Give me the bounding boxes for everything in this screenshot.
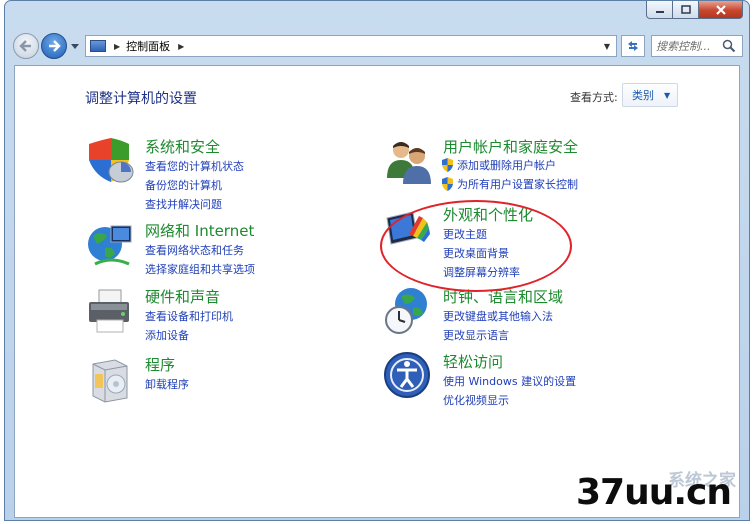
link-label: 为所有用户设置家长控制	[457, 178, 578, 191]
view-by-label: 查看方式:	[570, 91, 618, 104]
category-title[interactable]: 系统和安全	[145, 136, 220, 157]
view-by-value: 类别	[632, 89, 654, 102]
address-history-dropdown-icon[interactable]: ▼	[604, 42, 610, 51]
clock-globe-icon[interactable]	[383, 286, 433, 336]
back-button[interactable]	[13, 33, 39, 59]
recent-pages-dropdown-icon[interactable]	[71, 42, 79, 50]
search-box[interactable]	[651, 35, 743, 57]
programs-box-icon[interactable]	[85, 354, 135, 404]
watermark-text: 37uu.cn	[576, 472, 732, 513]
link-devices-printers[interactable]: 查看设备和打印机	[145, 308, 233, 324]
breadcrumb-separator-icon[interactable]: ▶	[178, 42, 184, 51]
link-add-device[interactable]: 添加设备	[145, 327, 189, 343]
refresh-button[interactable]	[621, 35, 645, 57]
chevron-down-icon: ▼	[664, 90, 671, 100]
category-title[interactable]: 轻松访问	[443, 351, 503, 372]
shield-icon[interactable]	[85, 136, 135, 186]
forward-arrow-icon	[49, 40, 61, 52]
uac-shield-icon	[442, 158, 453, 172]
printer-icon[interactable]	[85, 286, 135, 336]
link-uninstall-program[interactable]: 卸载程序	[145, 376, 189, 392]
link-parental-controls[interactable]: 为所有用户设置家长控制	[441, 176, 578, 192]
ease-of-access-icon[interactable]	[383, 351, 433, 401]
link-windows-recommended-settings[interactable]: 使用 Windows 建议的设置	[443, 373, 576, 389]
breadcrumb-separator-icon[interactable]: ▶	[114, 42, 120, 51]
link-network-status[interactable]: 查看网络状态和任务	[145, 242, 244, 258]
breadcrumb-control-panel[interactable]: 控制面板	[126, 38, 170, 54]
red-highlight-ellipse	[380, 200, 572, 292]
category-title[interactable]: 用户帐户和家庭安全	[443, 136, 578, 157]
refresh-icon	[628, 41, 638, 51]
close-button[interactable]	[699, 1, 743, 19]
address-bar[interactable]: ▶ 控制面板 ▶ ▼	[85, 35, 617, 57]
minimize-icon	[655, 10, 664, 13]
category-title[interactable]: 程序	[145, 354, 175, 375]
link-change-display-language[interactable]: 更改显示语言	[443, 327, 509, 343]
users-icon[interactable]	[383, 136, 433, 186]
close-icon	[715, 4, 726, 15]
control-panel-window: ▶ 控制面板 ▶ ▼ 调整计算机的设置 查看方式: 类别 ▼	[4, 0, 750, 521]
link-add-remove-accounts[interactable]: 添加或删除用户帐户	[441, 157, 556, 173]
category-title[interactable]: 硬件和声音	[145, 286, 220, 307]
back-arrow-icon	[19, 40, 31, 52]
link-backup-computer[interactable]: 备份您的计算机	[145, 177, 222, 193]
content-pane: 调整计算机的设置 查看方式: 类别 ▼ 系统和安全 查看您的计算机状态 备份您的…	[14, 65, 740, 518]
link-view-computer-status[interactable]: 查看您的计算机状态	[145, 158, 244, 174]
network-globe-icon[interactable]	[85, 220, 135, 270]
minimize-button[interactable]	[646, 1, 673, 19]
maximize-icon	[680, 5, 691, 14]
link-troubleshoot[interactable]: 查找并解决问题	[145, 196, 222, 212]
search-icon[interactable]	[722, 39, 736, 53]
caption-buttons	[646, 1, 743, 19]
link-optimize-video-display[interactable]: 优化视频显示	[443, 392, 509, 408]
link-label: 添加或删除用户帐户	[457, 159, 556, 172]
forward-button[interactable]	[41, 33, 67, 59]
link-change-input-methods[interactable]: 更改键盘或其他输入法	[443, 308, 553, 324]
control-panel-icon	[90, 40, 106, 52]
view-by-dropdown[interactable]: 类别 ▼	[622, 83, 678, 107]
page-title: 调整计算机的设置	[85, 91, 197, 107]
navigation-bar: ▶ 控制面板 ▶ ▼	[13, 33, 743, 59]
category-title[interactable]: 网络和 Internet	[145, 220, 254, 241]
maximize-button[interactable]	[673, 1, 699, 19]
uac-shield-icon	[442, 177, 453, 191]
link-homegroup-sharing[interactable]: 选择家庭组和共享选项	[145, 261, 255, 277]
search-input[interactable]	[656, 39, 722, 53]
